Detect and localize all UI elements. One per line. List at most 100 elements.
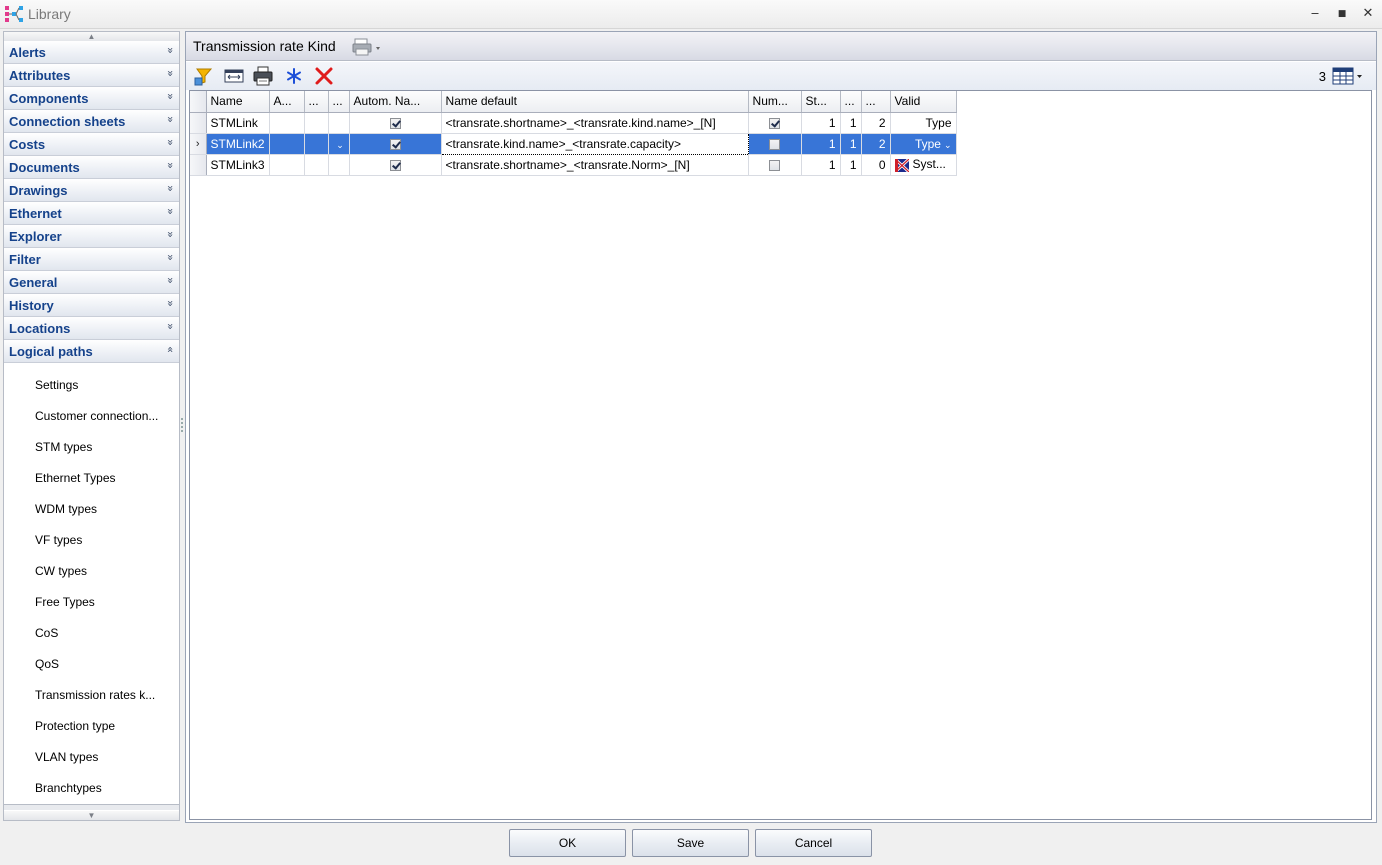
print-icon[interactable] <box>253 66 273 86</box>
cell-col4[interactable] <box>328 154 350 176</box>
cell-a[interactable] <box>269 133 305 155</box>
nav-group-history[interactable]: History » <box>4 294 179 317</box>
chevron-up-icon[interactable]: « <box>164 346 177 353</box>
cell-st[interactable]: 1 <box>801 112 841 134</box>
nav-group-explorer[interactable]: Explorer » <box>4 225 179 248</box>
chevron-down-icon[interactable]: » <box>164 231 177 238</box>
nav-group-locations[interactable]: Locations » <box>4 317 179 340</box>
cell-col3[interactable] <box>304 112 329 134</box>
nav-group-filter[interactable]: Filter » <box>4 248 179 271</box>
cancel-button[interactable]: Cancel <box>755 829 872 857</box>
cell-name[interactable]: STMLink <box>206 112 270 134</box>
cell-st[interactable]: 1 <box>801 133 841 155</box>
column-header[interactable]: Autom. Na... <box>349 91 442 113</box>
nav-item-stm-types[interactable]: STM types <box>4 432 179 463</box>
close-button[interactable]: ✕ <box>1358 5 1378 23</box>
chevron-down-icon[interactable]: » <box>164 47 177 54</box>
nav-item-settings[interactable]: Settings <box>4 370 179 401</box>
freeze-icon[interactable] <box>284 66 304 86</box>
num-checkbox[interactable] <box>769 117 781 129</box>
num-checkbox[interactable] <box>769 159 781 171</box>
cell-name[interactable]: STMLink3 <box>206 154 270 176</box>
column-header[interactable]: Num... <box>748 91 802 113</box>
column-header[interactable]: Name default <box>441 91 749 113</box>
save-button[interactable]: Save <box>632 829 749 857</box>
cell-col9[interactable]: 1 <box>840 133 862 155</box>
nav-item-cw-types[interactable]: CW types <box>4 556 179 587</box>
cell-col4[interactable]: ⌄ <box>328 133 350 155</box>
cell-col10[interactable]: 0 <box>861 154 891 176</box>
column-header[interactable]: A... <box>269 91 305 113</box>
column-header[interactable]: Valid <box>890 91 957 113</box>
nav-item-ethernet-types[interactable]: Ethernet Types <box>4 463 179 494</box>
nav-group-documents[interactable]: Documents » <box>4 156 179 179</box>
nav-item-vf-types[interactable]: VF types <box>4 525 179 556</box>
chevron-down-icon[interactable]: ⌄ <box>336 141 344 151</box>
chevron-down-icon[interactable]: » <box>164 254 177 261</box>
chevron-down-icon[interactable]: » <box>164 162 177 169</box>
cell-num[interactable] <box>748 133 802 155</box>
nav-group-drawings[interactable]: Drawings » <box>4 179 179 202</box>
cell-col10[interactable]: 2 <box>861 112 891 134</box>
chevron-down-icon[interactable]: » <box>164 93 177 100</box>
cell-num[interactable] <box>748 112 802 134</box>
nav-item-free-types[interactable]: Free Types <box>4 587 179 618</box>
column-header[interactable]: ... <box>304 91 329 113</box>
chevron-down-icon[interactable]: ⌄ <box>944 141 952 151</box>
chevron-down-icon[interactable]: » <box>164 185 177 192</box>
minimize-button[interactable]: ‒ <box>1305 5 1325 23</box>
print-dropdown-icon[interactable] <box>352 38 382 56</box>
chevron-down-icon[interactable]: » <box>164 139 177 146</box>
nav-item-qos[interactable]: QoS <box>4 649 179 680</box>
chevron-down-icon[interactable]: » <box>164 323 177 330</box>
cell-name-default[interactable]: <transrate.shortname>_<transrate.kind.na… <box>441 112 749 134</box>
autom-name-checkbox[interactable] <box>389 138 401 150</box>
cell-name-default[interactable]: <transrate.kind.name>_<transrate.capacit… <box>440 132 749 155</box>
cell-name[interactable]: STMLink2 <box>206 133 270 155</box>
cell-autom-name[interactable] <box>349 112 442 134</box>
column-width-icon[interactable] <box>224 66 244 86</box>
cell-autom-name[interactable] <box>349 154 442 176</box>
cell-col4[interactable] <box>328 112 350 134</box>
nav-group-general[interactable]: General » <box>4 271 179 294</box>
nav-group-alerts[interactable]: Alerts » <box>4 41 179 64</box>
nav-item-cos[interactable]: CoS <box>4 618 179 649</box>
filter-icon[interactable] <box>194 66 214 86</box>
nav-item-customer-connection[interactable]: Customer connection... <box>4 401 179 432</box>
cell-col10[interactable]: 2 <box>861 133 891 155</box>
autom-name-checkbox[interactable] <box>389 159 401 171</box>
nav-group-components[interactable]: Components » <box>4 87 179 110</box>
autom-name-checkbox[interactable] <box>389 117 401 129</box>
nav-item-protection-type[interactable]: Protection type <box>4 711 179 742</box>
chevron-down-icon[interactable]: » <box>164 70 177 77</box>
cell-num[interactable] <box>748 154 802 176</box>
column-header[interactable]: ... <box>861 91 891 113</box>
cell-col3[interactable] <box>304 154 329 176</box>
column-header[interactable]: St... <box>801 91 841 113</box>
cell-name-default[interactable]: <transrate.shortname>_<transrate.Norm>_[… <box>441 154 749 176</box>
cell-valid[interactable]: Type <box>890 112 957 134</box>
nav-item-wdm-types[interactable]: WDM types <box>4 494 179 525</box>
nav-item-branchtypes[interactable]: Branchtypes <box>4 773 179 804</box>
chevron-down-icon[interactable]: » <box>164 300 177 307</box>
column-chooser-icon[interactable] <box>1332 66 1364 86</box>
cell-col9[interactable]: 1 <box>840 154 862 176</box>
nav-scroll-down-button[interactable]: ▼ <box>4 811 179 820</box>
cell-a[interactable] <box>269 112 305 134</box>
nav-group-attributes[interactable]: Attributes » <box>4 64 179 87</box>
delete-icon[interactable] <box>314 66 334 86</box>
cell-st[interactable]: 1 <box>801 154 841 176</box>
cell-col9[interactable]: 1 <box>840 112 862 134</box>
chevron-down-icon[interactable]: » <box>164 277 177 284</box>
table-row[interactable]: STMLink <transrate.shortname>_<transrate.… <box>190 112 957 134</box>
table-row[interactable]: › STMLink2 ⌄ <transrate.kind.name>_<transra… <box>190 132 957 155</box>
nav-group-ethernet[interactable]: Ethernet » <box>4 202 179 225</box>
nav-group-logical-paths[interactable]: Logical paths « <box>4 340 179 363</box>
cell-autom-name[interactable] <box>349 133 442 155</box>
column-header[interactable]: ... <box>840 91 862 113</box>
table-row[interactable]: STMLink3 <transrate.shortname>_<transrate… <box>190 154 957 176</box>
num-checkbox[interactable] <box>769 138 781 150</box>
splitter-handle[interactable] <box>180 416 184 436</box>
nav-item-transmission-rates-k[interactable]: Transmission rates k... <box>4 680 179 711</box>
nav-group-costs[interactable]: Costs » <box>4 133 179 156</box>
